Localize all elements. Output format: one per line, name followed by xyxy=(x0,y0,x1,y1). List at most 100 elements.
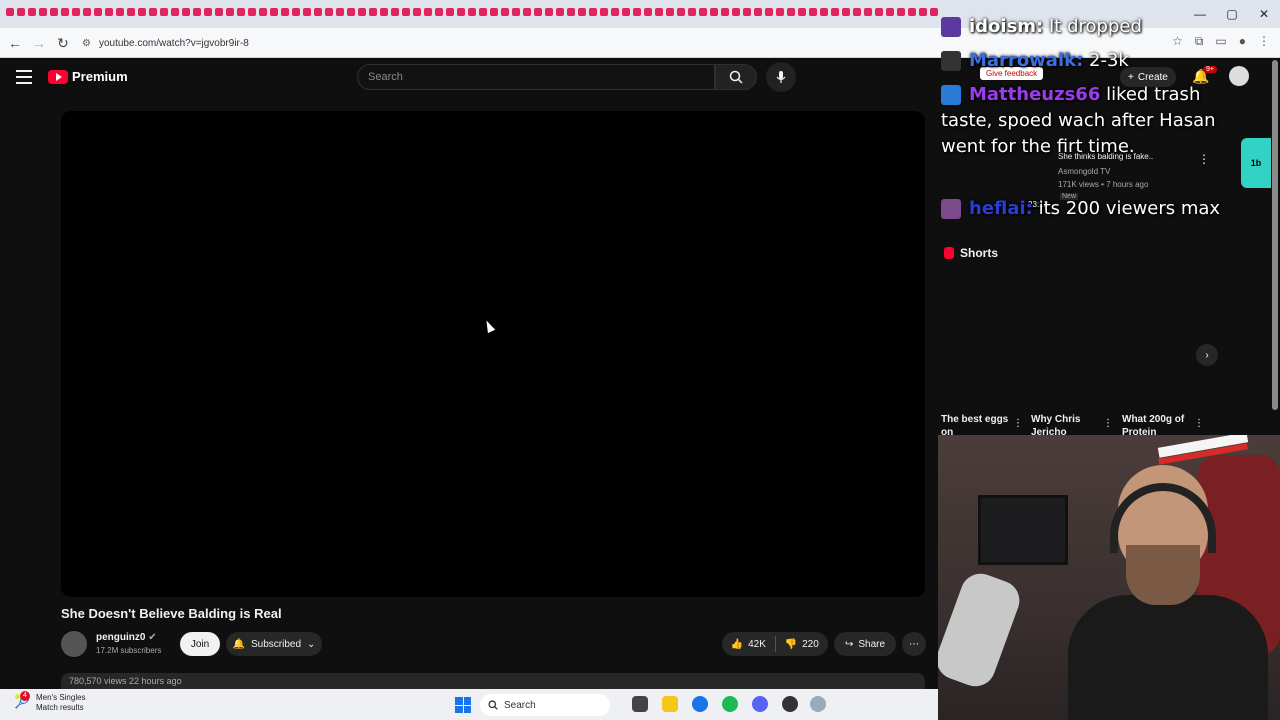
app-icon[interactable] xyxy=(810,696,826,712)
tab-favicon-icon[interactable] xyxy=(424,8,432,16)
tab-favicon-icon[interactable] xyxy=(886,8,894,16)
search-button[interactable] xyxy=(715,64,757,90)
back-icon[interactable]: ← xyxy=(6,34,24,52)
tab-favicon-icon[interactable] xyxy=(919,8,927,16)
tab-favicon-icon[interactable] xyxy=(325,8,333,16)
address-bar[interactable]: ⚙ youtube.com/watch?v=jgvobr9ir-8 xyxy=(82,32,582,54)
short-item-label[interactable]: What 200g of Protein xyxy=(1122,413,1192,435)
reload-icon[interactable]: ↻ xyxy=(54,34,72,52)
tab-favicon-icon[interactable] xyxy=(501,8,509,16)
tab-favicon-icon[interactable] xyxy=(171,8,179,16)
taskbar-search[interactable]: Search xyxy=(480,694,610,716)
short-more-icon[interactable]: ⋮ xyxy=(1103,418,1113,429)
tab-favicon-icon[interactable] xyxy=(688,8,696,16)
tab-favicon-icon[interactable] xyxy=(380,8,388,16)
forward-icon[interactable]: → xyxy=(30,34,48,52)
tab-favicon-icon[interactable] xyxy=(303,8,311,16)
tab-favicon-icon[interactable] xyxy=(721,8,729,16)
tab-favicon-icon[interactable] xyxy=(930,8,938,16)
tab-favicon-icon[interactable] xyxy=(28,8,36,16)
tab-favicon-icon[interactable] xyxy=(567,8,575,16)
tab-favicon-icon[interactable] xyxy=(182,8,190,16)
tab-favicon-icon[interactable] xyxy=(875,8,883,16)
tab-favicon-icon[interactable] xyxy=(677,8,685,16)
tab-favicon-icon[interactable] xyxy=(435,8,443,16)
tab-favicon-icon[interactable] xyxy=(72,8,80,16)
tab-favicon-icon[interactable] xyxy=(765,8,773,16)
tab-favicon-icon[interactable] xyxy=(281,8,289,16)
tab-list[interactable] xyxy=(6,8,938,16)
tab-favicon-icon[interactable] xyxy=(314,8,322,16)
voice-search-button[interactable] xyxy=(766,62,796,92)
spotify-icon[interactable] xyxy=(722,696,738,712)
tab-favicon-icon[interactable] xyxy=(259,8,267,16)
tab-favicon-icon[interactable] xyxy=(413,8,421,16)
tab-favicon-icon[interactable] xyxy=(336,8,344,16)
tab-favicon-icon[interactable] xyxy=(457,8,465,16)
channel-name[interactable]: penguinz0 ✔ xyxy=(96,632,157,643)
tab-favicon-icon[interactable] xyxy=(490,8,498,16)
tab-favicon-icon[interactable] xyxy=(864,8,872,16)
short-more-icon[interactable]: ⋮ xyxy=(1013,418,1023,429)
tab-favicon-icon[interactable] xyxy=(94,8,102,16)
tab-favicon-icon[interactable] xyxy=(358,8,366,16)
tab-favicon-icon[interactable] xyxy=(842,8,850,16)
tab-favicon-icon[interactable] xyxy=(116,8,124,16)
tab-favicon-icon[interactable] xyxy=(831,8,839,16)
tab-favicon-icon[interactable] xyxy=(820,8,828,16)
tab-favicon-icon[interactable] xyxy=(83,8,91,16)
windows-start-icon[interactable] xyxy=(455,697,471,713)
like-button[interactable]: 👍 42K xyxy=(722,639,775,650)
tab-favicon-icon[interactable] xyxy=(809,8,817,16)
tab-favicon-icon[interactable] xyxy=(292,8,300,16)
tab-favicon-icon[interactable] xyxy=(732,8,740,16)
tab-favicon-icon[interactable] xyxy=(138,8,146,16)
task-view-icon[interactable] xyxy=(632,696,648,712)
tab-favicon-icon[interactable] xyxy=(193,8,201,16)
tab-favicon-icon[interactable] xyxy=(787,8,795,16)
video-description-box[interactable]: 780,570 views 22 hours ago xyxy=(61,673,925,689)
discord-icon[interactable] xyxy=(752,696,768,712)
tab-favicon-icon[interactable] xyxy=(270,8,278,16)
obs-icon[interactable] xyxy=(782,696,798,712)
tab-favicon-icon[interactable] xyxy=(105,8,113,16)
tab-favicon-icon[interactable] xyxy=(215,8,223,16)
tab-favicon-icon[interactable] xyxy=(523,8,531,16)
tab-favicon-icon[interactable] xyxy=(479,8,487,16)
chrome-icon[interactable] xyxy=(692,696,708,712)
site-info-icon[interactable]: ⚙ xyxy=(82,38,91,49)
tab-favicon-icon[interactable] xyxy=(600,8,608,16)
tab-favicon-icon[interactable] xyxy=(633,8,641,16)
short-item-label[interactable]: Why Chris Jericho xyxy=(1031,413,1101,435)
tab-favicon-icon[interactable] xyxy=(710,8,718,16)
tab-favicon-icon[interactable] xyxy=(6,8,14,16)
tab-favicon-icon[interactable] xyxy=(512,8,520,16)
dislike-button[interactable]: 👎 220 xyxy=(776,639,829,650)
tab-favicon-icon[interactable] xyxy=(347,8,355,16)
tab-favicon-icon[interactable] xyxy=(798,8,806,16)
tab-favicon-icon[interactable] xyxy=(446,8,454,16)
tab-favicon-icon[interactable] xyxy=(468,8,476,16)
tab-favicon-icon[interactable] xyxy=(644,8,652,16)
video-player[interactable] xyxy=(61,111,925,597)
extension-side-tab[interactable]: 1b xyxy=(1241,138,1271,188)
tab-favicon-icon[interactable] xyxy=(391,8,399,16)
tab-favicon-icon[interactable] xyxy=(50,8,58,16)
short-item-label[interactable]: The best eggs on xyxy=(941,413,1011,435)
file-explorer-icon[interactable] xyxy=(662,696,678,712)
tab-favicon-icon[interactable] xyxy=(655,8,663,16)
page-scrollbar[interactable] xyxy=(1272,60,1278,410)
join-button[interactable]: Join xyxy=(180,632,220,656)
tab-favicon-icon[interactable] xyxy=(545,8,553,16)
browser-menu-icon[interactable]: ⋮ xyxy=(1258,34,1270,49)
tab-favicon-icon[interactable] xyxy=(589,8,597,16)
youtube-logo[interactable]: Premium xyxy=(48,69,128,84)
tab-favicon-icon[interactable] xyxy=(556,8,564,16)
search-input[interactable]: Search xyxy=(357,64,715,90)
tab-favicon-icon[interactable] xyxy=(897,8,905,16)
channel-avatar[interactable] xyxy=(61,631,87,657)
recommended-channel[interactable]: Asmongold TV xyxy=(1058,167,1110,176)
tab-favicon-icon[interactable] xyxy=(402,8,410,16)
tab-favicon-icon[interactable] xyxy=(369,8,377,16)
tab-favicon-icon[interactable] xyxy=(534,8,542,16)
